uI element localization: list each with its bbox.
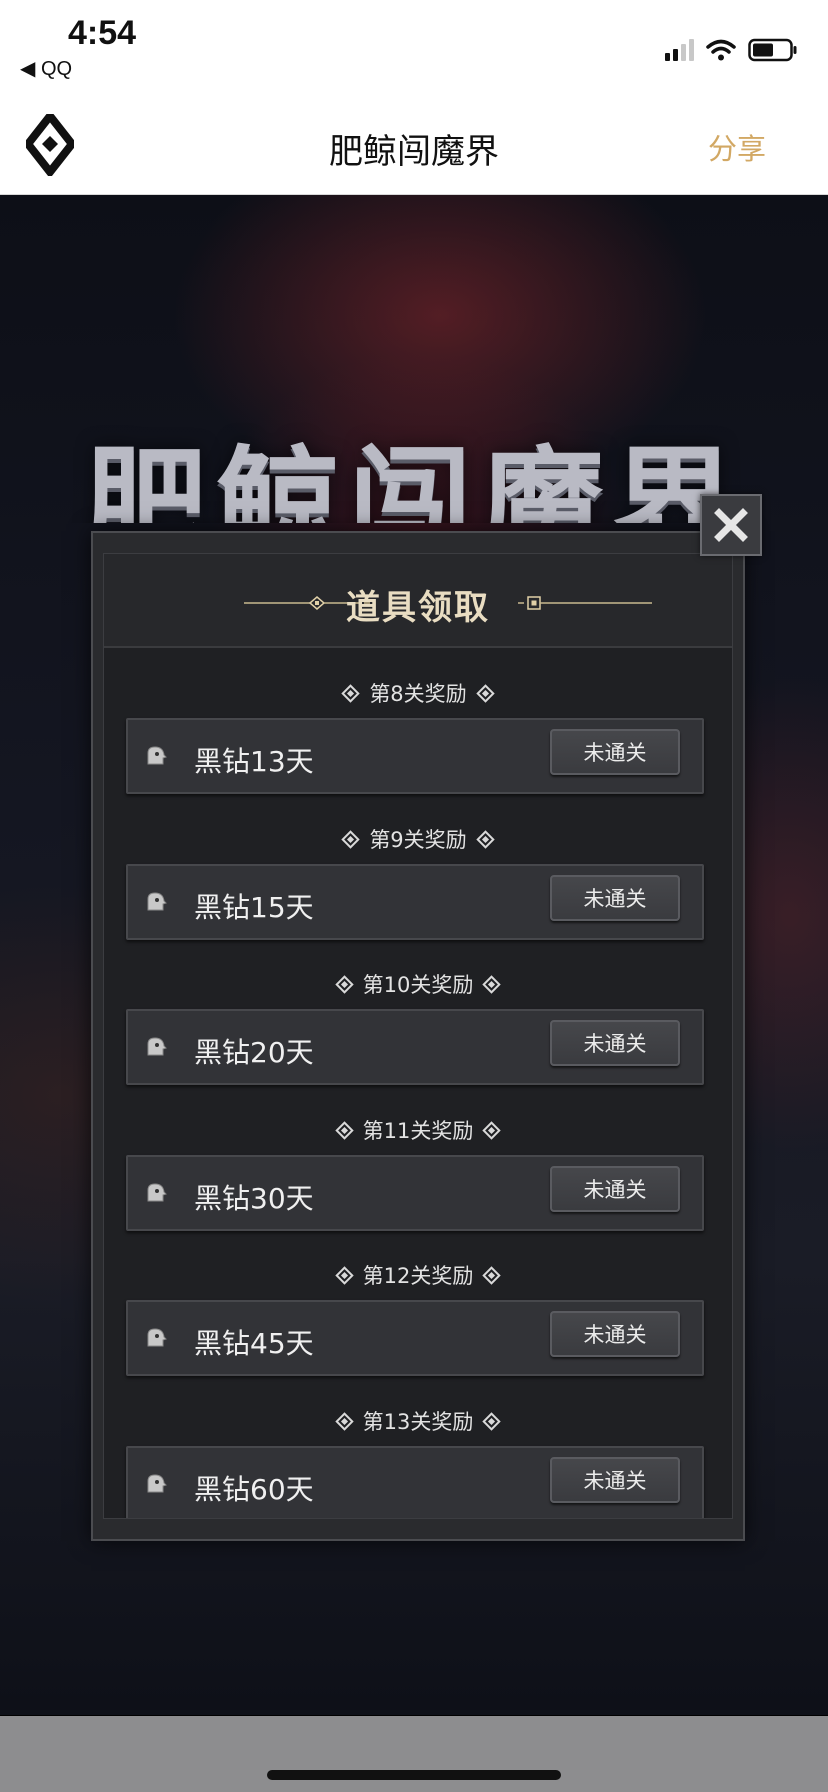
reward-level-label: 第10关奖励 [104, 969, 732, 999]
title-ornament-right-icon [518, 596, 652, 610]
diamond-ornament-icon [341, 684, 361, 703]
black-diamond-icon [147, 892, 167, 911]
diamond-ornament-icon [482, 1266, 502, 1285]
reward-level-label: 第11关奖励 [104, 1115, 732, 1145]
black-diamond-icon [147, 1474, 167, 1493]
diamond-ornament-icon [334, 1266, 354, 1285]
nav-bar: 肥鲸闯魔界 分享 [0, 96, 828, 195]
battery-icon [748, 38, 797, 62]
close-icon [714, 508, 748, 542]
modal-header: 道具领取 [104, 554, 732, 648]
reward-row: 黑钻30天 未通关 [126, 1155, 704, 1231]
reward-level-label: 第8关奖励 [104, 678, 732, 708]
reward-item-name: 黑钻60天 [194, 1473, 314, 1506]
diamond-ornament-icon [475, 830, 495, 849]
reward-item-name: 黑钻13天 [194, 745, 314, 778]
black-diamond-icon [147, 746, 167, 765]
reward-level-label: 第12关奖励 [104, 1260, 732, 1290]
diamond-ornament-icon [482, 1412, 502, 1431]
reward-item-name: 黑钻45天 [194, 1327, 314, 1360]
back-to-app-link[interactable]: ◀ QQ [20, 56, 72, 81]
diamond-ornament-icon [475, 684, 495, 703]
reward-row: 黑钻20天 未通关 [126, 1009, 704, 1085]
reward-row: 黑钻15天 未通关 [126, 864, 704, 940]
claim-status-button[interactable]: 未通关 [550, 1457, 680, 1503]
modal-content: 道具领取 第8关奖励 黑钻13天 未通关 第9关奖励 黑钻15天 未通关 第10… [103, 553, 733, 1519]
diamond-ornament-icon [482, 1121, 502, 1140]
bottom-bar [0, 1716, 828, 1792]
claim-status-button[interactable]: 未通关 [550, 1020, 680, 1066]
black-diamond-icon [147, 1328, 167, 1347]
reward-item-name: 黑钻30天 [194, 1182, 314, 1215]
claim-status-button[interactable]: 未通关 [550, 1311, 680, 1357]
wifi-icon [706, 39, 736, 61]
diamond-ornament-icon [341, 830, 361, 849]
reward-level-label: 第9关奖励 [104, 824, 732, 854]
diamond-ornament-icon [334, 1412, 354, 1431]
reward-row: 黑钻13天 未通关 [126, 718, 704, 794]
page-title: 肥鲸闯魔界 [329, 132, 499, 172]
diamond-ornament-icon [482, 975, 502, 994]
claim-status-button[interactable]: 未通关 [550, 1166, 680, 1212]
close-button[interactable] [700, 494, 762, 556]
reward-item-name: 黑钻20天 [194, 1036, 314, 1069]
diamond-ornament-icon [334, 975, 354, 994]
black-diamond-icon [147, 1037, 167, 1056]
diamond-ornament-icon [334, 1121, 354, 1140]
reward-item-name: 黑钻15天 [194, 891, 314, 924]
status-bar: 4:54 ◀ QQ [0, 0, 828, 96]
claim-status-button[interactable]: 未通关 [550, 729, 680, 775]
reward-modal: 道具领取 第8关奖励 黑钻13天 未通关 第9关奖励 黑钻15天 未通关 第10… [91, 531, 745, 1541]
black-diamond-icon [147, 1183, 167, 1202]
reward-level-label: 第13关奖励 [104, 1406, 732, 1436]
status-icons [665, 36, 798, 64]
reward-row: 黑钻45天 未通关 [126, 1300, 704, 1376]
home-indicator[interactable] [267, 1770, 561, 1780]
cellular-signal-icon [665, 39, 694, 61]
share-button[interactable]: 分享 [708, 126, 766, 168]
status-time: 4:54 [68, 14, 137, 52]
reward-row: 黑钻60天 未通关 [126, 1446, 704, 1518]
claim-status-button[interactable]: 未通关 [550, 875, 680, 921]
